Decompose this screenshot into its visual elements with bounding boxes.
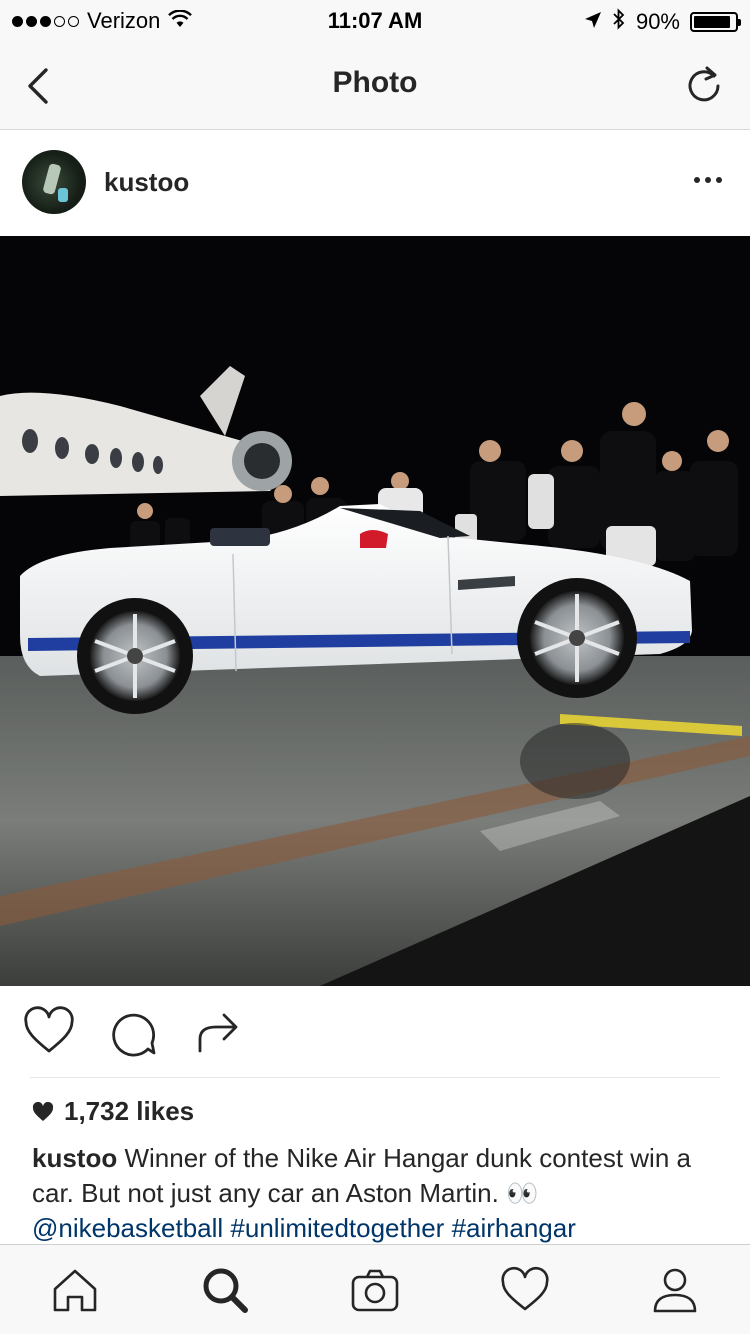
caption-username[interactable]: kustoo [32, 1143, 117, 1173]
status-right: 90% [584, 8, 741, 36]
likes-count[interactable]: 1,732 likes [32, 1096, 194, 1127]
heart-outline-icon [24, 1006, 74, 1053]
post-username[interactable]: kustoo [104, 167, 189, 198]
comment-button[interactable] [106, 1005, 160, 1059]
post-photo-image [0, 236, 750, 986]
like-button[interactable] [22, 1005, 76, 1059]
battery-percent: 90% [635, 9, 680, 34]
share-arrow-icon [198, 1013, 238, 1053]
tab-home[interactable] [50, 1265, 100, 1315]
battery-icon [690, 12, 741, 32]
tab-camera[interactable] [350, 1265, 400, 1315]
profile-icon [653, 1268, 697, 1313]
avatar[interactable] [22, 150, 86, 214]
activity-heart-icon [501, 1266, 549, 1311]
post-header: kustoo [0, 131, 750, 235]
caption-mention-nikebasketball[interactable]: @nikebasketball [32, 1213, 223, 1243]
post-actions [0, 1005, 750, 1065]
post-photo[interactable] [0, 236, 750, 986]
tab-profile[interactable] [650, 1265, 700, 1315]
page-title: Photo [332, 66, 418, 99]
status-bar: Verizon 11:07 AM 90% [0, 0, 750, 40]
post-caption: kustoo Winner of the Nike Air Hangar dun… [32, 1141, 722, 1246]
refresh-icon [688, 66, 720, 102]
bluetooth-icon [612, 8, 626, 36]
refresh-button[interactable] [684, 62, 724, 106]
search-icon [203, 1268, 248, 1313]
likes-label: 1,732 likes [64, 1096, 195, 1126]
nav-bar: Photo [0, 40, 750, 130]
comment-icon [112, 1013, 156, 1057]
divider [30, 1077, 720, 1078]
tab-search[interactable] [200, 1265, 250, 1315]
tab-bar [0, 1244, 750, 1334]
caption-text: Winner of the Nike Air Hangar dunk conte… [32, 1143, 691, 1208]
heart-filled-icon [32, 1101, 54, 1121]
home-icon [53, 1269, 97, 1312]
tab-activity[interactable] [500, 1265, 550, 1315]
location-arrow-icon [584, 9, 602, 35]
caption-hashtag-airhangar[interactable]: #airhangar [452, 1213, 576, 1243]
more-horizontal-icon[interactable] [694, 177, 722, 183]
caption-hashtag-unlimitedtogether[interactable]: #unlimitedtogether [230, 1213, 444, 1243]
share-button[interactable] [190, 1005, 244, 1059]
battery-level [694, 16, 730, 28]
camera-icon [351, 1269, 399, 1312]
